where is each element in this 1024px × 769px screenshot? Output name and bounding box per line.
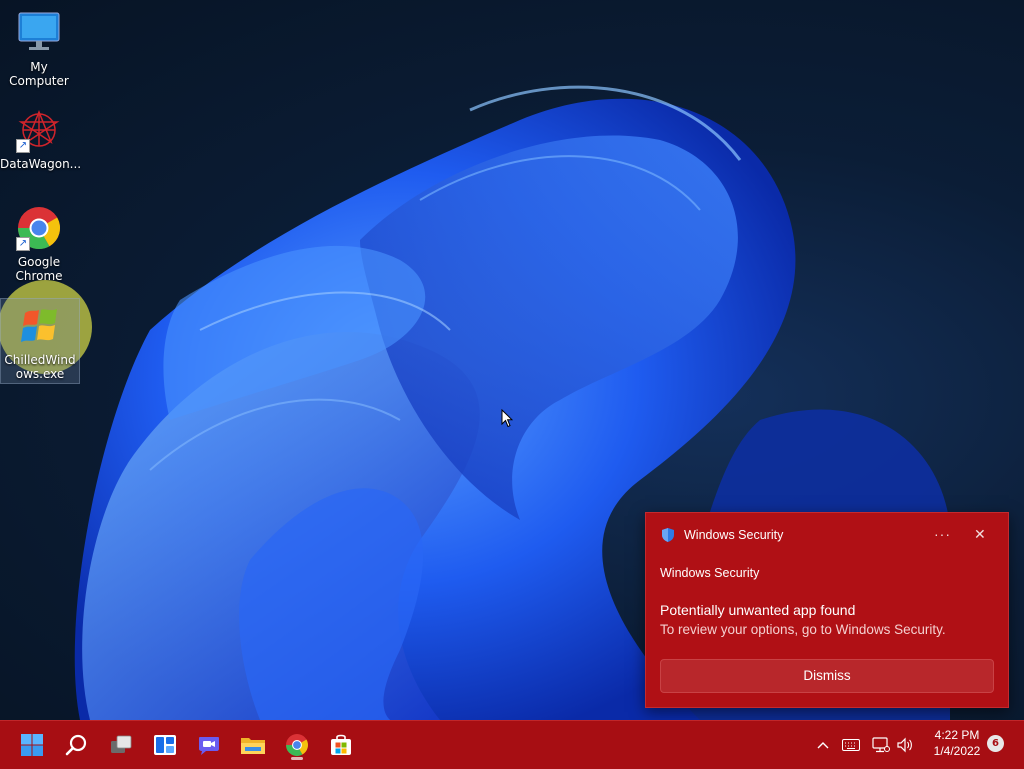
toast-header: Windows Security (660, 527, 783, 543)
close-icon[interactable]: ✕ (974, 526, 986, 543)
chat-icon[interactable] (192, 729, 226, 761)
store-icon[interactable] (324, 729, 358, 761)
desktop: My Computer ↗ DataWagon... ↗ Google Chro… (0, 0, 1024, 720)
desktop-icon-label: Google Chrome (15, 255, 63, 283)
windows-xp-logo-icon (17, 303, 63, 349)
toast-source: Windows Security (660, 566, 760, 580)
network-icon[interactable] (870, 735, 892, 755)
desktop-icon-chilledwindows[interactable]: ChilledWindows.exe (0, 298, 80, 384)
chrome-icon: ↗ (16, 205, 62, 251)
notification-count-badge[interactable]: 6 (987, 735, 1004, 752)
taskbar (0, 720, 1024, 769)
toast-app-name: Windows Security (684, 528, 784, 542)
shortcut-arrow-icon: ↗ (16, 237, 30, 251)
desktop-icon-label: My Computer (9, 60, 69, 88)
search-icon[interactable] (60, 729, 94, 761)
task-view-icon[interactable] (104, 729, 138, 761)
mouse-cursor-icon (501, 408, 514, 432)
shortcut-arrow-icon: ↗ (16, 139, 30, 153)
keyboard-icon[interactable] (840, 735, 862, 755)
desktop-icon-label: DataWagon... (0, 157, 82, 171)
running-indicator (291, 757, 303, 760)
start-icon[interactable] (15, 729, 49, 761)
desktop-icon-my-computer[interactable]: My Computer (0, 10, 78, 88)
desktop-icon-label: ChilledWindows.exe (4, 353, 76, 381)
desktop-icon-datawagon[interactable]: ↗ DataWagon... (0, 107, 82, 171)
windows-security-notification[interactable]: Windows Security ··· ✕ Windows Security … (645, 512, 1009, 708)
dismiss-button[interactable]: Dismiss (660, 659, 994, 693)
desktop-icon-google-chrome[interactable]: ↗ Google Chrome (0, 205, 78, 283)
chrome-icon[interactable] (280, 729, 314, 761)
volume-icon[interactable] (894, 735, 916, 755)
clock-time: 4:22 PM (934, 728, 980, 742)
shield-icon (662, 528, 674, 542)
monitor-icon (16, 10, 62, 56)
widgets-icon[interactable] (148, 729, 182, 761)
show-hidden-icons-chevron-icon[interactable] (812, 735, 834, 755)
clock-date: 1/4/2022 (933, 744, 981, 758)
file-explorer-icon[interactable] (236, 729, 270, 761)
toast-title: Potentially unwanted app found (660, 602, 856, 618)
toast-body: To review your options, go to Windows Se… (660, 622, 946, 637)
datawagon-icon: ↗ (16, 107, 62, 153)
system-clock[interactable]: 4:22 PM 1/4/2022 (920, 727, 994, 759)
more-options-button[interactable]: ··· (934, 526, 951, 542)
